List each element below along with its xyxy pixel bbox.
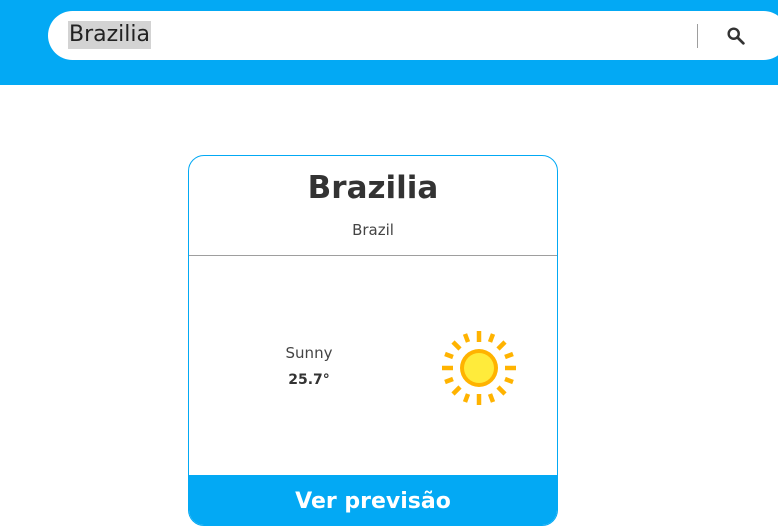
search-box: Brazilia bbox=[48, 11, 778, 60]
weather-condition: Sunny bbox=[285, 344, 333, 362]
search-input[interactable]: Brazilia bbox=[68, 21, 151, 49]
temperature: 25.7° bbox=[288, 372, 330, 388]
sun-icon bbox=[442, 331, 516, 405]
search-button[interactable] bbox=[720, 21, 752, 51]
forecast-button[interactable]: Ver previsão bbox=[189, 475, 557, 525]
search-icon bbox=[727, 27, 745, 45]
city-name: Brazilia bbox=[307, 170, 439, 206]
card-header: Brazilia Brazil bbox=[189, 156, 557, 256]
weather-card: Brazilia Brazil Sunny 25.7° Ver previsão bbox=[188, 155, 558, 526]
header-bar: Brazilia bbox=[0, 0, 778, 85]
country-name: Brazil bbox=[352, 221, 394, 239]
search-divider bbox=[697, 24, 698, 48]
